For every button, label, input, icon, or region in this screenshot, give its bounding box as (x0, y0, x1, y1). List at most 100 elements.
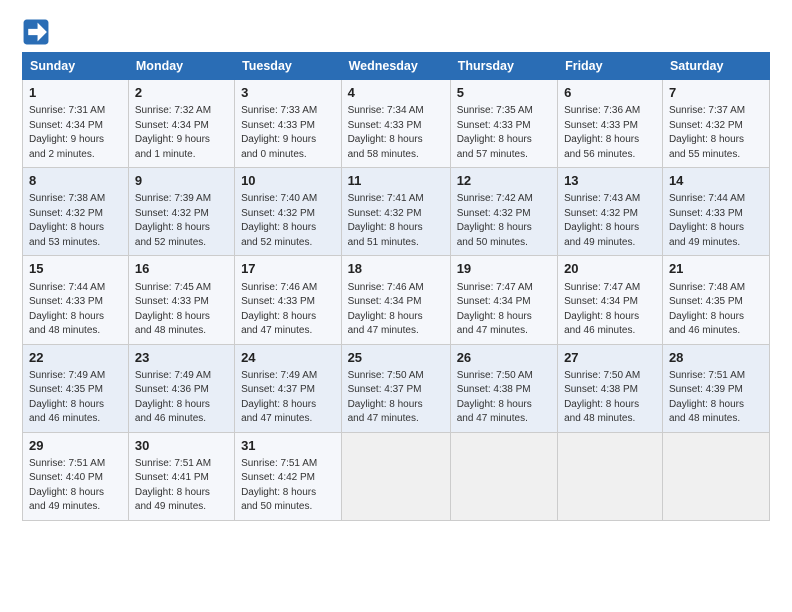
calendar-cell: 16 Sunrise: 7:45 AM Sunset: 4:33 PM Dayli… (128, 256, 234, 344)
calendar-table: SundayMondayTuesdayWednesdayThursdayFrid… (22, 52, 770, 521)
calendar-cell: 14 Sunrise: 7:44 AM Sunset: 4:33 PM Dayli… (662, 168, 769, 256)
day-info: Sunrise: 7:45 AM Sunset: 4:33 PM Dayligh… (135, 281, 228, 339)
day-number: 13 (564, 172, 656, 190)
day-info: Sunrise: 7:51 AM Sunset: 4:40 PM Dayligh… (29, 457, 122, 515)
day-number: 10 (241, 172, 335, 190)
day-number: 31 (241, 437, 335, 455)
day-number: 2 (135, 84, 228, 102)
calendar-cell: 26Sunrise: 7:50 AM Sunset: 4:38 PM Dayli… (450, 344, 557, 432)
calendar-week-4: 22 Sunrise: 7:49 AM Sunset: 4:35 PM Dayli… (23, 344, 770, 432)
day-info: Sunrise: 7:31 AM Sunset: 4:34 PM Dayligh… (29, 104, 122, 162)
weekday-header-thursday: Thursday (450, 53, 557, 80)
day-number: 20 (564, 260, 656, 278)
day-info: Sunrise: 7:48 AM Sunset: 4:35 PM Dayligh… (669, 281, 763, 339)
day-info: Sunrise: 7:44 AM Sunset: 4:33 PM Dayligh… (29, 281, 122, 339)
day-info: Sunrise: 7:47 AM Sunset: 4:34 PM Dayligh… (564, 281, 656, 339)
calendar-week-1: 1 Sunrise: 7:31 AM Sunset: 4:34 PM Daylig… (23, 80, 770, 168)
day-info: Sunrise: 7:43 AM Sunset: 4:32 PM Dayligh… (564, 192, 656, 250)
day-info: Sunrise: 7:36 AM Sunset: 4:33 PM Dayligh… (564, 104, 656, 162)
weekday-header-saturday: Saturday (662, 53, 769, 80)
calendar-cell: 25 Sunrise: 7:50 AM Sunset: 4:37 PM Dayli… (341, 344, 450, 432)
day-info: Sunrise: 7:42 AM Sunset: 4:32 PM Dayligh… (457, 192, 551, 250)
day-number: 28 (669, 349, 763, 367)
day-number: 22 (29, 349, 122, 367)
day-info: Sunrise: 7:37 AM Sunset: 4:32 PM Dayligh… (669, 104, 763, 162)
page: SundayMondayTuesdayWednesdayThursdayFrid… (0, 0, 792, 612)
calendar-cell: 31 Sunrise: 7:51 AM Sunset: 4:42 PM Dayli… (235, 432, 342, 520)
day-info: Sunrise: 7:34 AM Sunset: 4:33 PM Dayligh… (348, 104, 444, 162)
day-number: 18 (348, 260, 444, 278)
day-info: Sunrise: 7:50 AM Sunset: 4:37 PM Dayligh… (348, 369, 444, 427)
day-info: Sunrise: 7:51 AM Sunset: 4:41 PM Dayligh… (135, 457, 228, 515)
calendar-week-3: 15 Sunrise: 7:44 AM Sunset: 4:33 PM Dayli… (23, 256, 770, 344)
day-info: Sunrise: 7:47 AM Sunset: 4:34 PM Dayligh… (457, 281, 551, 339)
calendar-body: 1 Sunrise: 7:31 AM Sunset: 4:34 PM Daylig… (23, 80, 770, 521)
calendar-cell: 8 Sunrise: 7:38 AM Sunset: 4:32 PM Daylig… (23, 168, 129, 256)
day-number: 12 (457, 172, 551, 190)
day-number: 24 (241, 349, 335, 367)
calendar-week-5: 29 Sunrise: 7:51 AM Sunset: 4:40 PM Dayli… (23, 432, 770, 520)
day-info: Sunrise: 7:51 AM Sunset: 4:42 PM Dayligh… (241, 457, 335, 515)
day-number: 7 (669, 84, 763, 102)
day-number: 14 (669, 172, 763, 190)
weekday-header-row: SundayMondayTuesdayWednesdayThursdayFrid… (23, 53, 770, 80)
logo-icon (22, 18, 50, 46)
logo (22, 18, 52, 46)
calendar-cell: 20 Sunrise: 7:47 AM Sunset: 4:34 PM Dayli… (558, 256, 663, 344)
day-number: 26 (457, 349, 551, 367)
day-number: 11 (348, 172, 444, 190)
day-number: 6 (564, 84, 656, 102)
calendar-cell: 4Sunrise: 7:34 AM Sunset: 4:33 PM Daylig… (341, 80, 450, 168)
day-number: 17 (241, 260, 335, 278)
calendar-cell: 9Sunrise: 7:39 AM Sunset: 4:32 PM Daylig… (128, 168, 234, 256)
calendar-cell (558, 432, 663, 520)
weekday-header-monday: Monday (128, 53, 234, 80)
day-number: 1 (29, 84, 122, 102)
calendar-cell: 12 Sunrise: 7:42 AM Sunset: 4:32 PM Dayli… (450, 168, 557, 256)
weekday-header-tuesday: Tuesday (235, 53, 342, 80)
calendar-cell: 30 Sunrise: 7:51 AM Sunset: 4:41 PM Dayli… (128, 432, 234, 520)
day-number: 8 (29, 172, 122, 190)
day-number: 25 (348, 349, 444, 367)
day-info: Sunrise: 7:44 AM Sunset: 4:33 PM Dayligh… (669, 192, 763, 250)
header (22, 18, 770, 46)
day-info: Sunrise: 7:33 AM Sunset: 4:33 PM Dayligh… (241, 104, 335, 162)
calendar-cell: 6 Sunrise: 7:36 AM Sunset: 4:33 PM Daylig… (558, 80, 663, 168)
day-number: 19 (457, 260, 551, 278)
day-number: 5 (457, 84, 551, 102)
calendar-cell: 1 Sunrise: 7:31 AM Sunset: 4:34 PM Daylig… (23, 80, 129, 168)
calendar-cell (341, 432, 450, 520)
calendar-cell: 10Sunrise: 7:40 AM Sunset: 4:32 PM Dayli… (235, 168, 342, 256)
day-number: 15 (29, 260, 122, 278)
day-info: Sunrise: 7:38 AM Sunset: 4:32 PM Dayligh… (29, 192, 122, 250)
day-info: Sunrise: 7:51 AM Sunset: 4:39 PM Dayligh… (669, 369, 763, 427)
weekday-header-friday: Friday (558, 53, 663, 80)
day-info: Sunrise: 7:50 AM Sunset: 4:38 PM Dayligh… (564, 369, 656, 427)
calendar-cell (662, 432, 769, 520)
calendar-cell: 7 Sunrise: 7:37 AM Sunset: 4:32 PM Daylig… (662, 80, 769, 168)
calendar-cell (450, 432, 557, 520)
day-info: Sunrise: 7:46 AM Sunset: 4:33 PM Dayligh… (241, 281, 335, 339)
weekday-header-sunday: Sunday (23, 53, 129, 80)
day-info: Sunrise: 7:35 AM Sunset: 4:33 PM Dayligh… (457, 104, 551, 162)
calendar-cell: 11 Sunrise: 7:41 AM Sunset: 4:32 PM Dayli… (341, 168, 450, 256)
calendar-cell: 13 Sunrise: 7:43 AM Sunset: 4:32 PM Dayli… (558, 168, 663, 256)
day-number: 29 (29, 437, 122, 455)
calendar-cell: 24Sunrise: 7:49 AM Sunset: 4:37 PM Dayli… (235, 344, 342, 432)
weekday-header-wednesday: Wednesday (341, 53, 450, 80)
calendar-cell: 18 Sunrise: 7:46 AM Sunset: 4:34 PM Dayli… (341, 256, 450, 344)
day-number: 21 (669, 260, 763, 278)
calendar-cell: 5 Sunrise: 7:35 AM Sunset: 4:33 PM Daylig… (450, 80, 557, 168)
day-number: 30 (135, 437, 228, 455)
day-number: 23 (135, 349, 228, 367)
calendar-cell: 23 Sunrise: 7:49 AM Sunset: 4:36 PM Dayli… (128, 344, 234, 432)
day-info: Sunrise: 7:41 AM Sunset: 4:32 PM Dayligh… (348, 192, 444, 250)
day-number: 27 (564, 349, 656, 367)
day-info: Sunrise: 7:46 AM Sunset: 4:34 PM Dayligh… (348, 281, 444, 339)
calendar-cell: 27 Sunrise: 7:50 AM Sunset: 4:38 PM Dayli… (558, 344, 663, 432)
day-info: Sunrise: 7:32 AM Sunset: 4:34 PM Dayligh… (135, 104, 228, 162)
day-info: Sunrise: 7:49 AM Sunset: 4:35 PM Dayligh… (29, 369, 122, 427)
day-info: Sunrise: 7:39 AM Sunset: 4:32 PM Dayligh… (135, 192, 228, 250)
day-info: Sunrise: 7:49 AM Sunset: 4:36 PM Dayligh… (135, 369, 228, 427)
day-number: 16 (135, 260, 228, 278)
